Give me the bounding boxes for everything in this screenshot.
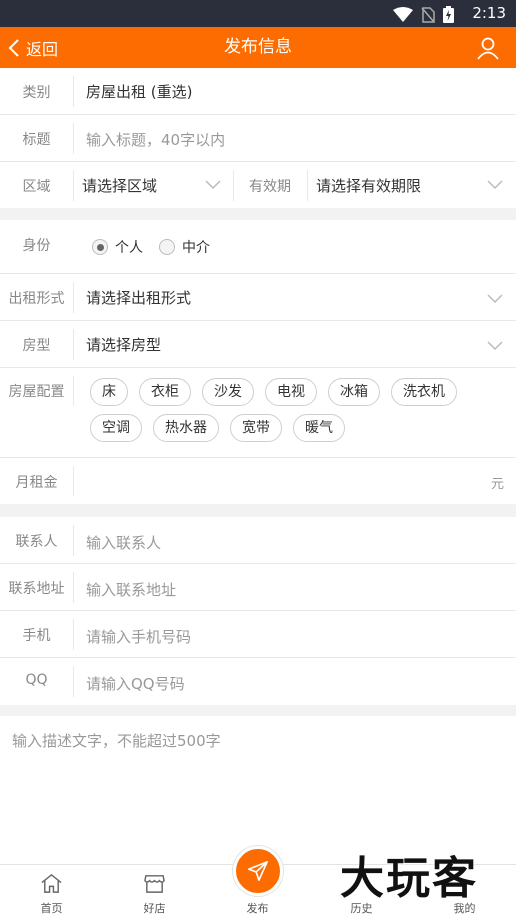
config-chip[interactable]: 暖气 bbox=[293, 414, 345, 442]
config-chip[interactable]: 电视 bbox=[265, 378, 317, 406]
contact-name-label: 联系人 bbox=[15, 534, 58, 550]
house-type-row[interactable]: 房型 请选择房型 bbox=[0, 321, 516, 368]
contact-address-row[interactable]: 联系地址 输入联系地址 bbox=[0, 564, 516, 611]
divider bbox=[73, 525, 74, 556]
config-chip[interactable]: 热水器 bbox=[153, 414, 219, 442]
area-label: 区域 bbox=[22, 179, 51, 195]
tab-label: 发布 bbox=[246, 902, 269, 915]
radio-checked-icon bbox=[92, 239, 108, 255]
status-bar: 2:13 bbox=[0, 0, 516, 27]
phone-label: 手机 bbox=[22, 628, 51, 644]
divider bbox=[73, 282, 74, 313]
config-label: 房屋配置 bbox=[8, 384, 65, 400]
radio-unchecked-icon bbox=[159, 239, 175, 255]
config-chip[interactable]: 冰箱 bbox=[328, 378, 380, 406]
identity-option-agent[interactable]: 中介 bbox=[159, 237, 210, 257]
title-row[interactable]: 标题 输入标题，40字以内 bbox=[0, 115, 516, 162]
contact-address-input[interactable]: 输入联系地址 bbox=[86, 579, 176, 600]
qq-label: QQ bbox=[25, 672, 48, 688]
identity-option-personal[interactable]: 个人 bbox=[92, 237, 143, 257]
user-icon[interactable] bbox=[476, 36, 500, 60]
rent-unit: 元 bbox=[490, 477, 504, 492]
contact-name-row[interactable]: 联系人 输入联系人 bbox=[0, 517, 516, 564]
tab-label: 首页 bbox=[40, 902, 63, 915]
title-bar: 返回 发布信息 bbox=[0, 27, 516, 68]
contact-name-input[interactable]: 输入联系人 bbox=[86, 532, 161, 553]
divider bbox=[73, 76, 74, 107]
home-icon bbox=[41, 873, 62, 893]
rent-label: 月租金 bbox=[15, 475, 58, 491]
divider bbox=[73, 123, 74, 154]
title-input[interactable]: 输入标题，40字以内 bbox=[86, 129, 225, 150]
divider bbox=[73, 619, 74, 650]
divider bbox=[73, 466, 74, 496]
chevron-down-icon bbox=[205, 180, 221, 190]
divider bbox=[307, 170, 308, 201]
contact-address-label: 联系地址 bbox=[8, 581, 65, 597]
phone-row[interactable]: 手机 请输入手机号码 bbox=[0, 611, 516, 658]
house-type-label: 房型 bbox=[22, 338, 51, 354]
divider bbox=[73, 329, 74, 360]
category-value[interactable]: 房屋出租 (重选) bbox=[86, 81, 192, 102]
tab-label: 好店 bbox=[143, 902, 166, 915]
wifi-icon bbox=[393, 7, 413, 22]
rent-form-label: 出租形式 bbox=[8, 291, 65, 307]
phone-input[interactable]: 请输入手机号码 bbox=[86, 626, 191, 647]
config-chip[interactable]: 洗衣机 bbox=[391, 378, 457, 406]
chevron-down-icon bbox=[487, 294, 503, 304]
area-validity-row: 区域 请选择区域 有效期 请选择有效期限 bbox=[0, 162, 516, 208]
no-sim-icon bbox=[421, 6, 435, 23]
details-section: 身份 个人 中介 出租形式 请选择出租形式 房型 请选择房型 房屋配置 床 衣柜… bbox=[0, 220, 516, 504]
category-label: 类别 bbox=[22, 85, 51, 101]
config-chip[interactable]: 床 bbox=[90, 378, 128, 406]
shop-icon bbox=[144, 875, 165, 893]
qq-input[interactable]: 请输入QQ号码 bbox=[86, 673, 185, 694]
qq-row[interactable]: QQ 请输入QQ号码 bbox=[0, 658, 516, 705]
config-chip[interactable]: 宽带 bbox=[230, 414, 282, 442]
divider bbox=[73, 170, 74, 201]
battery-charging-icon bbox=[443, 6, 454, 23]
config-row: 房屋配置 床 衣柜 沙发 电视 冰箱 洗衣机 空调 热水器 宽带 暖气 bbox=[0, 368, 516, 458]
config-chips: 床 衣柜 沙发 电视 冰箱 洗衣机 空调 热水器 宽带 暖气 bbox=[90, 378, 510, 442]
rent-form-row[interactable]: 出租形式 请选择出租形式 bbox=[0, 274, 516, 321]
config-chip[interactable]: 空调 bbox=[90, 414, 142, 442]
status-time: 2:13 bbox=[472, 4, 506, 22]
watermark-logo: 大玩客 bbox=[340, 853, 478, 904]
config-chip[interactable]: 沙发 bbox=[202, 378, 254, 406]
status-icons bbox=[393, 6, 454, 23]
send-icon bbox=[248, 861, 268, 881]
tab-shop[interactable]: 好店 bbox=[103, 865, 206, 917]
title-label: 标题 bbox=[22, 132, 51, 148]
divider bbox=[73, 376, 74, 406]
chevron-down-icon bbox=[487, 341, 503, 351]
validity-select[interactable]: 请选择有效期限 bbox=[316, 175, 421, 196]
rent-row[interactable]: 月租金 元 bbox=[0, 458, 516, 504]
contact-section: 联系人 输入联系人 联系地址 输入联系地址 手机 请输入手机号码 QQ 请输入Q… bbox=[0, 517, 516, 705]
divider bbox=[233, 170, 234, 201]
description-placeholder: 输入描述文字，不能超过500字 bbox=[12, 732, 221, 750]
chevron-down-icon bbox=[487, 180, 503, 190]
category-row[interactable]: 类别 房屋出租 (重选) bbox=[0, 68, 516, 115]
rent-form-select[interactable]: 请选择出租形式 bbox=[86, 287, 191, 308]
tab-home[interactable]: 首页 bbox=[0, 865, 103, 917]
page-title: 发布信息 bbox=[224, 37, 292, 57]
publish-button[interactable] bbox=[233, 846, 283, 896]
identity-label: 身份 bbox=[22, 238, 51, 254]
identity-option-label: 个人 bbox=[115, 240, 143, 256]
config-chip[interactable]: 衣柜 bbox=[139, 378, 191, 406]
validity-label: 有效期 bbox=[249, 179, 291, 195]
identity-option-label: 中介 bbox=[182, 240, 210, 256]
area-select[interactable]: 请选择区域 bbox=[82, 175, 157, 196]
house-type-select[interactable]: 请选择房型 bbox=[86, 334, 161, 355]
divider bbox=[73, 572, 74, 603]
divider bbox=[73, 666, 74, 697]
basic-section: 类别 房屋出租 (重选) 标题 输入标题，40字以内 区域 请选择区域 有效期 … bbox=[0, 68, 516, 208]
identity-row: 身份 个人 中介 bbox=[0, 220, 516, 274]
